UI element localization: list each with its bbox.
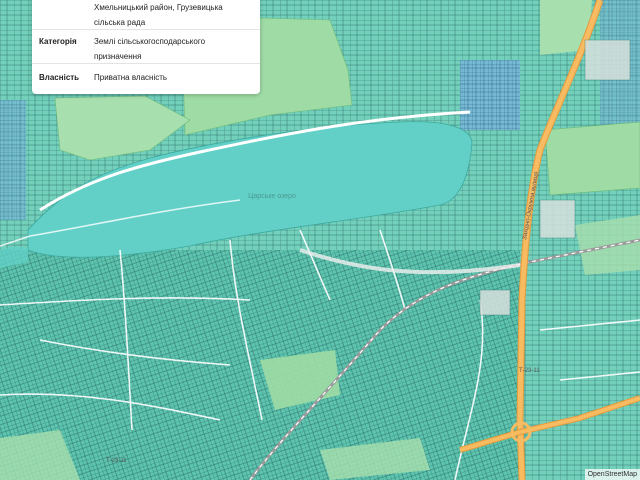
road-label-t2311-south: Т-23-11 <box>106 458 127 464</box>
popup-value-ownership: Приватна власність <box>94 73 168 82</box>
popup-value-location: Хмельницький район, Грузевицька сільська… <box>94 3 223 27</box>
popup-row-ownership: Власність Приватна власність <box>32 64 260 92</box>
popup-key-ownership: Власність <box>39 73 80 82</box>
popup-row-location: Хмельницький район, Грузевицька сільська… <box>32 0 260 30</box>
road-label-t2311-north: Т-23-11 <box>519 368 540 374</box>
popup-key-location <box>32 0 94 29</box>
parcel-info-popup: Хмельницький район, Грузевицька сільська… <box>32 0 260 94</box>
popup-row-category: Категорія Землі сільськогосподарського п… <box>32 30 260 64</box>
map-attribution[interactable]: OpenStreetMap <box>584 469 640 480</box>
popup-key-category: Категорія <box>39 37 77 46</box>
popup-value-category: Землі сільськогосподарського призначення <box>94 37 206 61</box>
lake-label: Царське озеро <box>248 193 296 200</box>
